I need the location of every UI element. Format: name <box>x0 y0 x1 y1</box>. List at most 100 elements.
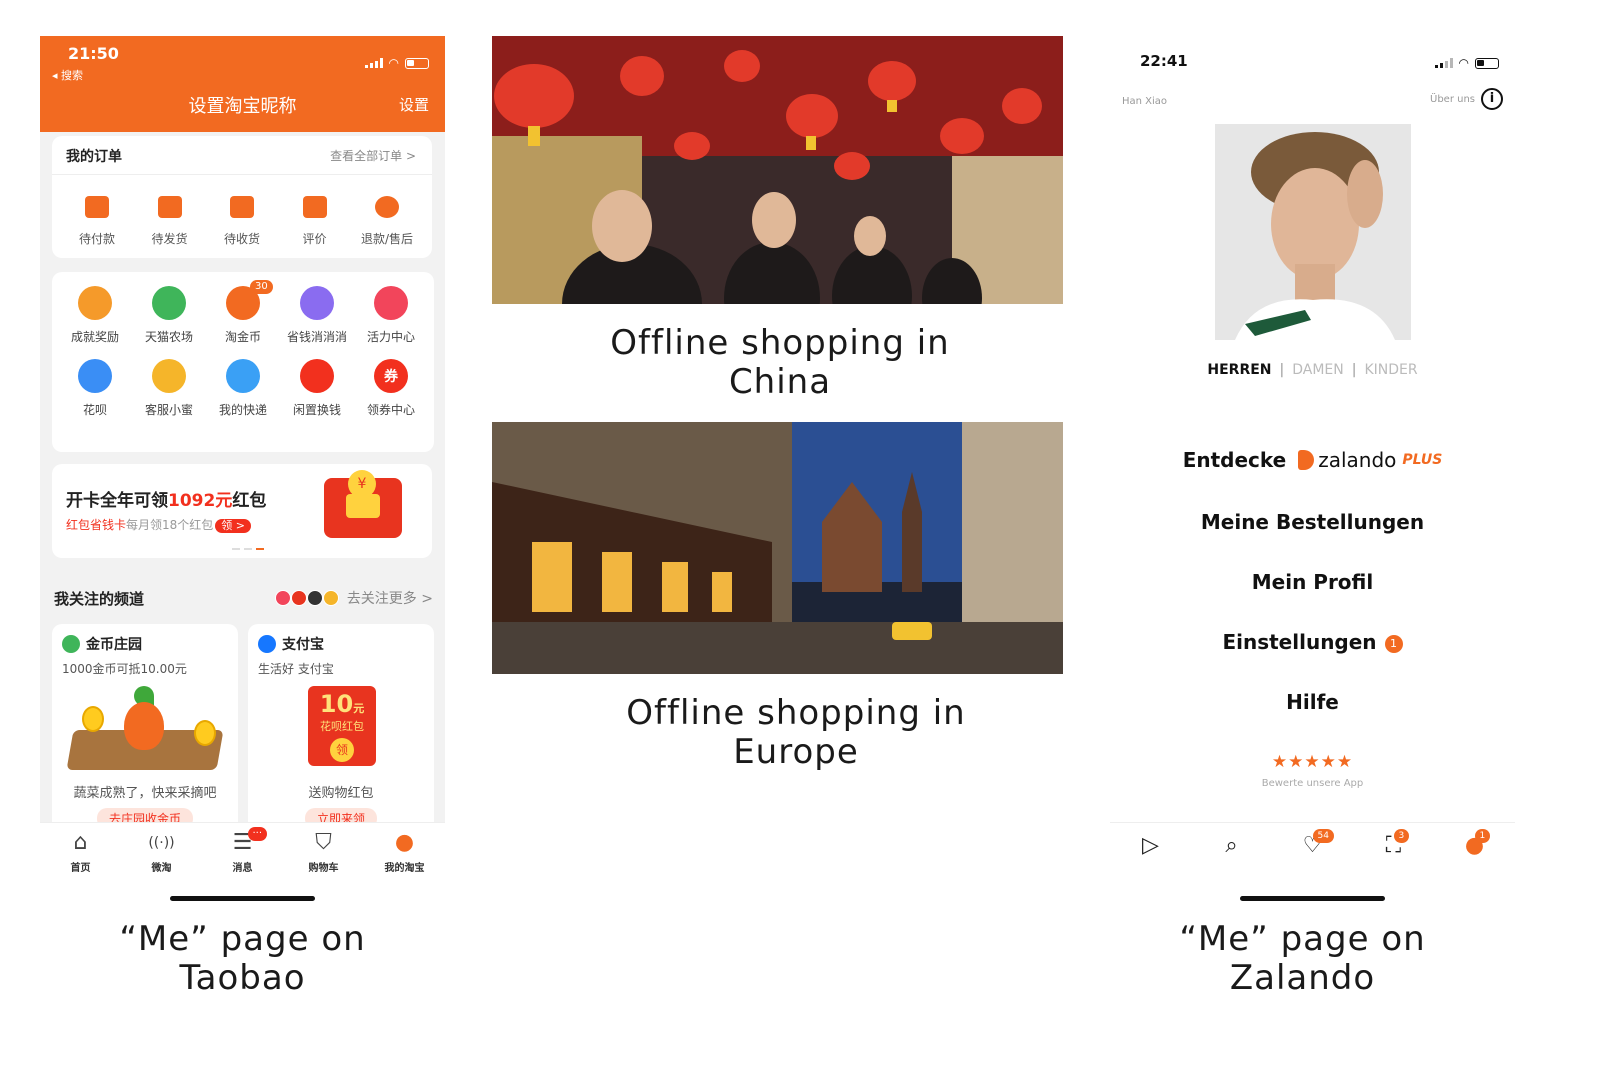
claim-coin-icon: 领 <box>330 738 354 762</box>
tool-label: 客服小蜜 <box>144 403 193 417</box>
gold-coin-icon <box>82 706 104 732</box>
banner-title-text: 开卡全年可领 <box>66 491 168 511</box>
gender-men-tab[interactable]: HERREN <box>1207 362 1271 378</box>
user-name: Han Xiao <box>1122 96 1168 107</box>
channel-card-coin-farm[interactable]: 金币庄园 1000金币可抵10.00元 蔬菜成熟了，快来采摘吧 去庄园收金币 <box>52 624 238 844</box>
tab-bag[interactable]: ⛶ 3 <box>1364 829 1424 863</box>
tool-item[interactable]: 券领券中心 <box>354 359 428 418</box>
channel-card-alipay[interactable]: 支付宝 生活好 支付宝 10元 花呗红包 领 送购物红包 立即来领 <box>248 624 434 844</box>
tool-item[interactable]: 省钱消消消 <box>280 286 354 345</box>
rating-stars[interactable]: ★★★★★ <box>1110 752 1515 772</box>
back-to-search-link[interactable]: ◂ 搜索 <box>52 67 83 83</box>
tools-grid-card: 成就奖励 天猫农场 30 淘金币 省钱消消消 活力中心花呗 客服小蜜 我的快递 闲置换钱券领券中… <box>52 272 434 452</box>
my-orders-item[interactable]: Meine Bestellungen <box>1110 510 1515 534</box>
help-item[interactable]: Hilfe <box>1110 690 1515 714</box>
gender-women-tab[interactable]: DAMEN <box>1292 362 1344 378</box>
banner-title: 开卡全年可领1092元红包 <box>66 486 266 511</box>
banner-title-suffix: 红包 <box>232 491 267 511</box>
home-indicator[interactable] <box>1240 896 1385 901</box>
refund-icon <box>375 196 399 218</box>
caption-offline-europe: Offline shopping in Europe <box>626 693 966 772</box>
tool-item[interactable]: 闲置换钱 <box>280 359 354 418</box>
tool-item[interactable]: 30 淘金币 <box>206 280 280 345</box>
tool-item[interactable]: 天猫农场 <box>132 286 206 345</box>
channel-avatar-icon <box>290 590 307 606</box>
broadcast-icon: ((·)) <box>148 835 175 851</box>
status-icons: ◠ <box>1434 56 1499 70</box>
tab-zalando-home[interactable]: ▷ <box>1121 829 1181 863</box>
rate-app-label[interactable]: Bewerte unsere App <box>1110 778 1515 789</box>
home-indicator[interactable] <box>170 896 315 901</box>
order-review[interactable]: 评价 <box>280 196 350 247</box>
tool-item[interactable]: 花呗 <box>58 359 132 418</box>
claim-button[interactable]: 领 > <box>215 519 252 533</box>
channel-subtitle: 1000金币可抵10.00元 <box>62 662 187 676</box>
zalando-phone-screen: 22:41 ◠ Han Xiao Über uns i HERREN | DAMEN… <box>1110 36 1515 906</box>
tool-label: 天猫农场 <box>144 330 193 344</box>
medal-icon <box>374 286 408 320</box>
tab-profile[interactable]: ● 1 <box>1445 829 1505 863</box>
tool-item[interactable]: 我的快递 <box>206 359 280 418</box>
tab-messages[interactable]: ☰ ··· 消息 <box>208 827 278 874</box>
gender-selector: HERREN | DAMEN | KINDER <box>1110 362 1515 378</box>
about-us-link[interactable]: Über uns <box>1430 94 1475 105</box>
my-profile-item[interactable]: Mein Profil <box>1110 570 1515 594</box>
service-icon <box>152 359 186 393</box>
huabei-red-packet-card: 10元 花呗红包 领 <box>308 686 376 766</box>
order-refund[interactable]: 退款/售后 <box>352 196 422 247</box>
carousel-dots <box>232 548 264 550</box>
tab-wishlist[interactable]: ♡ 54 <box>1283 829 1343 863</box>
info-icon[interactable]: i <box>1481 88 1503 110</box>
banner-amount: 1092元 <box>168 491 233 511</box>
discover-zalando-plus-item[interactable]: Entdecke zalando PLUS <box>1110 448 1515 472</box>
search-list-icon: ⌕ <box>1225 833 1238 858</box>
followed-channels-title: 我关注的频道 <box>54 590 145 608</box>
gender-separator: | <box>1279 362 1285 378</box>
set-nickname-title[interactable]: 设置淘宝昵称 <box>40 92 445 118</box>
china-market-illustration <box>492 36 1063 304</box>
taobao-header: 21:50 ◂ 搜索 ◠ 设置淘宝昵称 设置 <box>40 36 445 132</box>
order-pending-receipt[interactable]: 待收货 <box>207 196 277 247</box>
tool-item[interactable]: 客服小蜜 <box>132 359 206 418</box>
tab-my-taobao[interactable]: ● 我的淘宝 <box>370 829 440 874</box>
follow-more-link[interactable]: 去关注更多 > <box>274 588 433 608</box>
gender-kids-tab[interactable]: KINDER <box>1364 362 1417 378</box>
tool-label: 领券中心 <box>366 403 415 417</box>
europe-street-illustration <box>492 422 1063 674</box>
tab-home[interactable]: ⌂ 首页 <box>46 829 116 874</box>
my-orders-card: 我的订单 查看全部订单 > 待付款 待发货 待收货 评价 退款/售后 <box>52 136 432 258</box>
plus-wordmark: PLUS <box>1402 452 1443 468</box>
tool-label: 闲置换钱 <box>292 403 341 417</box>
tool-label: 淘金币 <box>224 330 261 344</box>
tool-label: 省钱消消消 <box>286 330 347 344</box>
battery-icon <box>405 57 429 69</box>
model-portrait-illustration <box>1215 124 1411 340</box>
banner-sub-text: 每月领18个红包 <box>126 518 214 532</box>
tool-item[interactable]: 成就奖励 <box>58 286 132 345</box>
status-time: 21:50 <box>68 44 119 63</box>
order-pending-payment[interactable]: 待付款 <box>62 196 132 247</box>
settings-button[interactable]: 设置 <box>399 94 429 115</box>
order-status-label: 待发货 <box>151 232 188 246</box>
tab-cart[interactable]: ⛉ 购物车 <box>289 829 359 874</box>
red-packet-banner[interactable]: 开卡全年可领1092元红包 红包省钱卡每月领18个红包领 > ¥ <box>52 464 432 558</box>
order-status-label: 退款/售后 <box>360 232 414 246</box>
alipay-logo-icon <box>258 635 276 653</box>
channel-avatar-icon <box>306 590 323 606</box>
tab-weitao[interactable]: ((·)) 微淘 <box>127 829 197 874</box>
gender-separator: | <box>1351 362 1357 378</box>
tool-label: 活力中心 <box>366 330 415 344</box>
order-pending-shipment[interactable]: 待发货 <box>135 196 205 247</box>
settings-item[interactable]: Einstellungen 1 <box>1110 630 1515 654</box>
tab-label: 微淘 <box>151 863 172 874</box>
caption-taobao-me-page: “Me” page on Taobao <box>119 919 366 998</box>
profile-notification-badge: 1 <box>1474 829 1491 843</box>
truck-icon <box>230 196 254 218</box>
tool-item[interactable]: 活力中心 <box>354 286 428 345</box>
channel-avatar-icon <box>274 590 291 606</box>
tab-search[interactable]: ⌕ <box>1202 829 1262 863</box>
settings-notification-badge: 1 <box>1384 635 1403 653</box>
message-badge: ··· <box>247 827 268 841</box>
view-all-orders-link[interactable]: 查看全部订单 > <box>330 147 416 164</box>
tool-label: 花呗 <box>82 403 107 417</box>
